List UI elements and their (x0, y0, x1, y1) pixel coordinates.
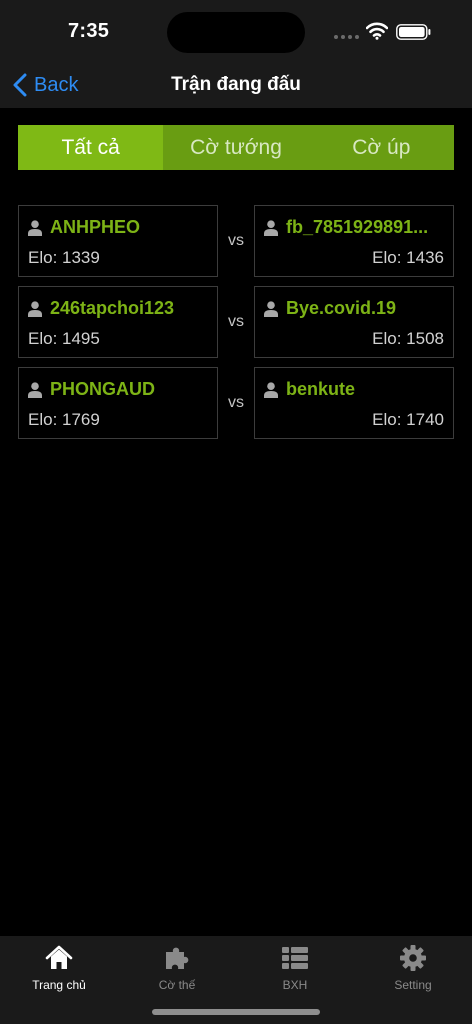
player-card[interactable]: 246tapchoi123 Elo: 1495 (18, 286, 218, 358)
navigation-bar: Back Trận đang đấu (0, 62, 472, 108)
player-elo: Elo: 1495 (28, 329, 100, 348)
list-icon (282, 947, 308, 969)
match-row: 246tapchoi123 Elo: 1495 vs Bye.covid.19 … (18, 286, 454, 358)
player-card[interactable]: PHONGAUD Elo: 1769 (18, 367, 218, 439)
player-elo: Elo: 1339 (28, 248, 100, 267)
dynamic-island (167, 12, 305, 53)
player-elo: Elo: 1436 (372, 248, 444, 267)
user-icon (28, 219, 42, 236)
vs-label: vs (228, 394, 244, 411)
player-name: fb_7851929891... (286, 217, 429, 237)
page-title: Trận đang đấu (171, 74, 301, 95)
player-card[interactable]: fb_7851929891... Elo: 1436 (254, 205, 454, 277)
user-icon (264, 381, 278, 398)
tab-setting[interactable]: Setting (354, 936, 472, 1024)
wifi-icon (366, 22, 388, 40)
battery-icon (396, 24, 431, 40)
user-icon (28, 381, 42, 398)
user-icon (264, 300, 278, 317)
player-card[interactable]: benkute Elo: 1740 (254, 367, 454, 439)
player-elo: Elo: 1740 (372, 410, 444, 429)
match-row: ANHPHEO Elo: 1339 vs fb_7851929891... El… (18, 205, 454, 277)
tab-label: Cờ thế (158, 978, 196, 992)
user-icon (264, 219, 278, 236)
home-icon (45, 945, 73, 969)
player-card[interactable]: Bye.covid.19 Elo: 1508 (254, 286, 454, 358)
player-name: PHONGAUD (50, 379, 156, 399)
gear-icon (400, 945, 426, 971)
match-row: PHONGAUD Elo: 1769 vs benkute Elo: 1740 (18, 367, 454, 439)
tab-label: Trang chủ (32, 978, 86, 992)
player-name: benkute (286, 379, 356, 399)
player-name: ANHPHEO (50, 217, 141, 237)
tab-co-up[interactable]: Cờ úp (308, 125, 454, 170)
tab-label: BXH (282, 978, 308, 992)
player-elo: Elo: 1508 (372, 329, 444, 348)
player-name: 246tapchoi123 (50, 298, 175, 318)
player-elo: Elo: 1769 (28, 410, 100, 429)
player-name: Bye.covid.19 (286, 298, 397, 318)
home-indicator (152, 1009, 320, 1015)
match-list: ANHPHEO Elo: 1339 vs fb_7851929891... El… (18, 205, 454, 448)
status-time: 7:35 (68, 20, 110, 42)
tab-home[interactable]: Trang chủ (0, 936, 118, 1024)
tab-co-tuong[interactable]: Cờ tướng (163, 125, 309, 170)
vs-label: vs (228, 232, 244, 249)
tab-label: Setting (394, 978, 432, 992)
puzzle-icon (166, 947, 189, 969)
player-card[interactable]: ANHPHEO Elo: 1339 (18, 205, 218, 277)
tab-all[interactable]: Tất cả (18, 125, 164, 170)
vs-label: vs (228, 313, 244, 330)
cellular-signal-icon (334, 35, 359, 39)
status-bar: 7:35 (0, 0, 472, 62)
user-icon (28, 300, 42, 317)
segmented-control: Tất cả Cờ tướng Cờ úp (18, 125, 454, 170)
